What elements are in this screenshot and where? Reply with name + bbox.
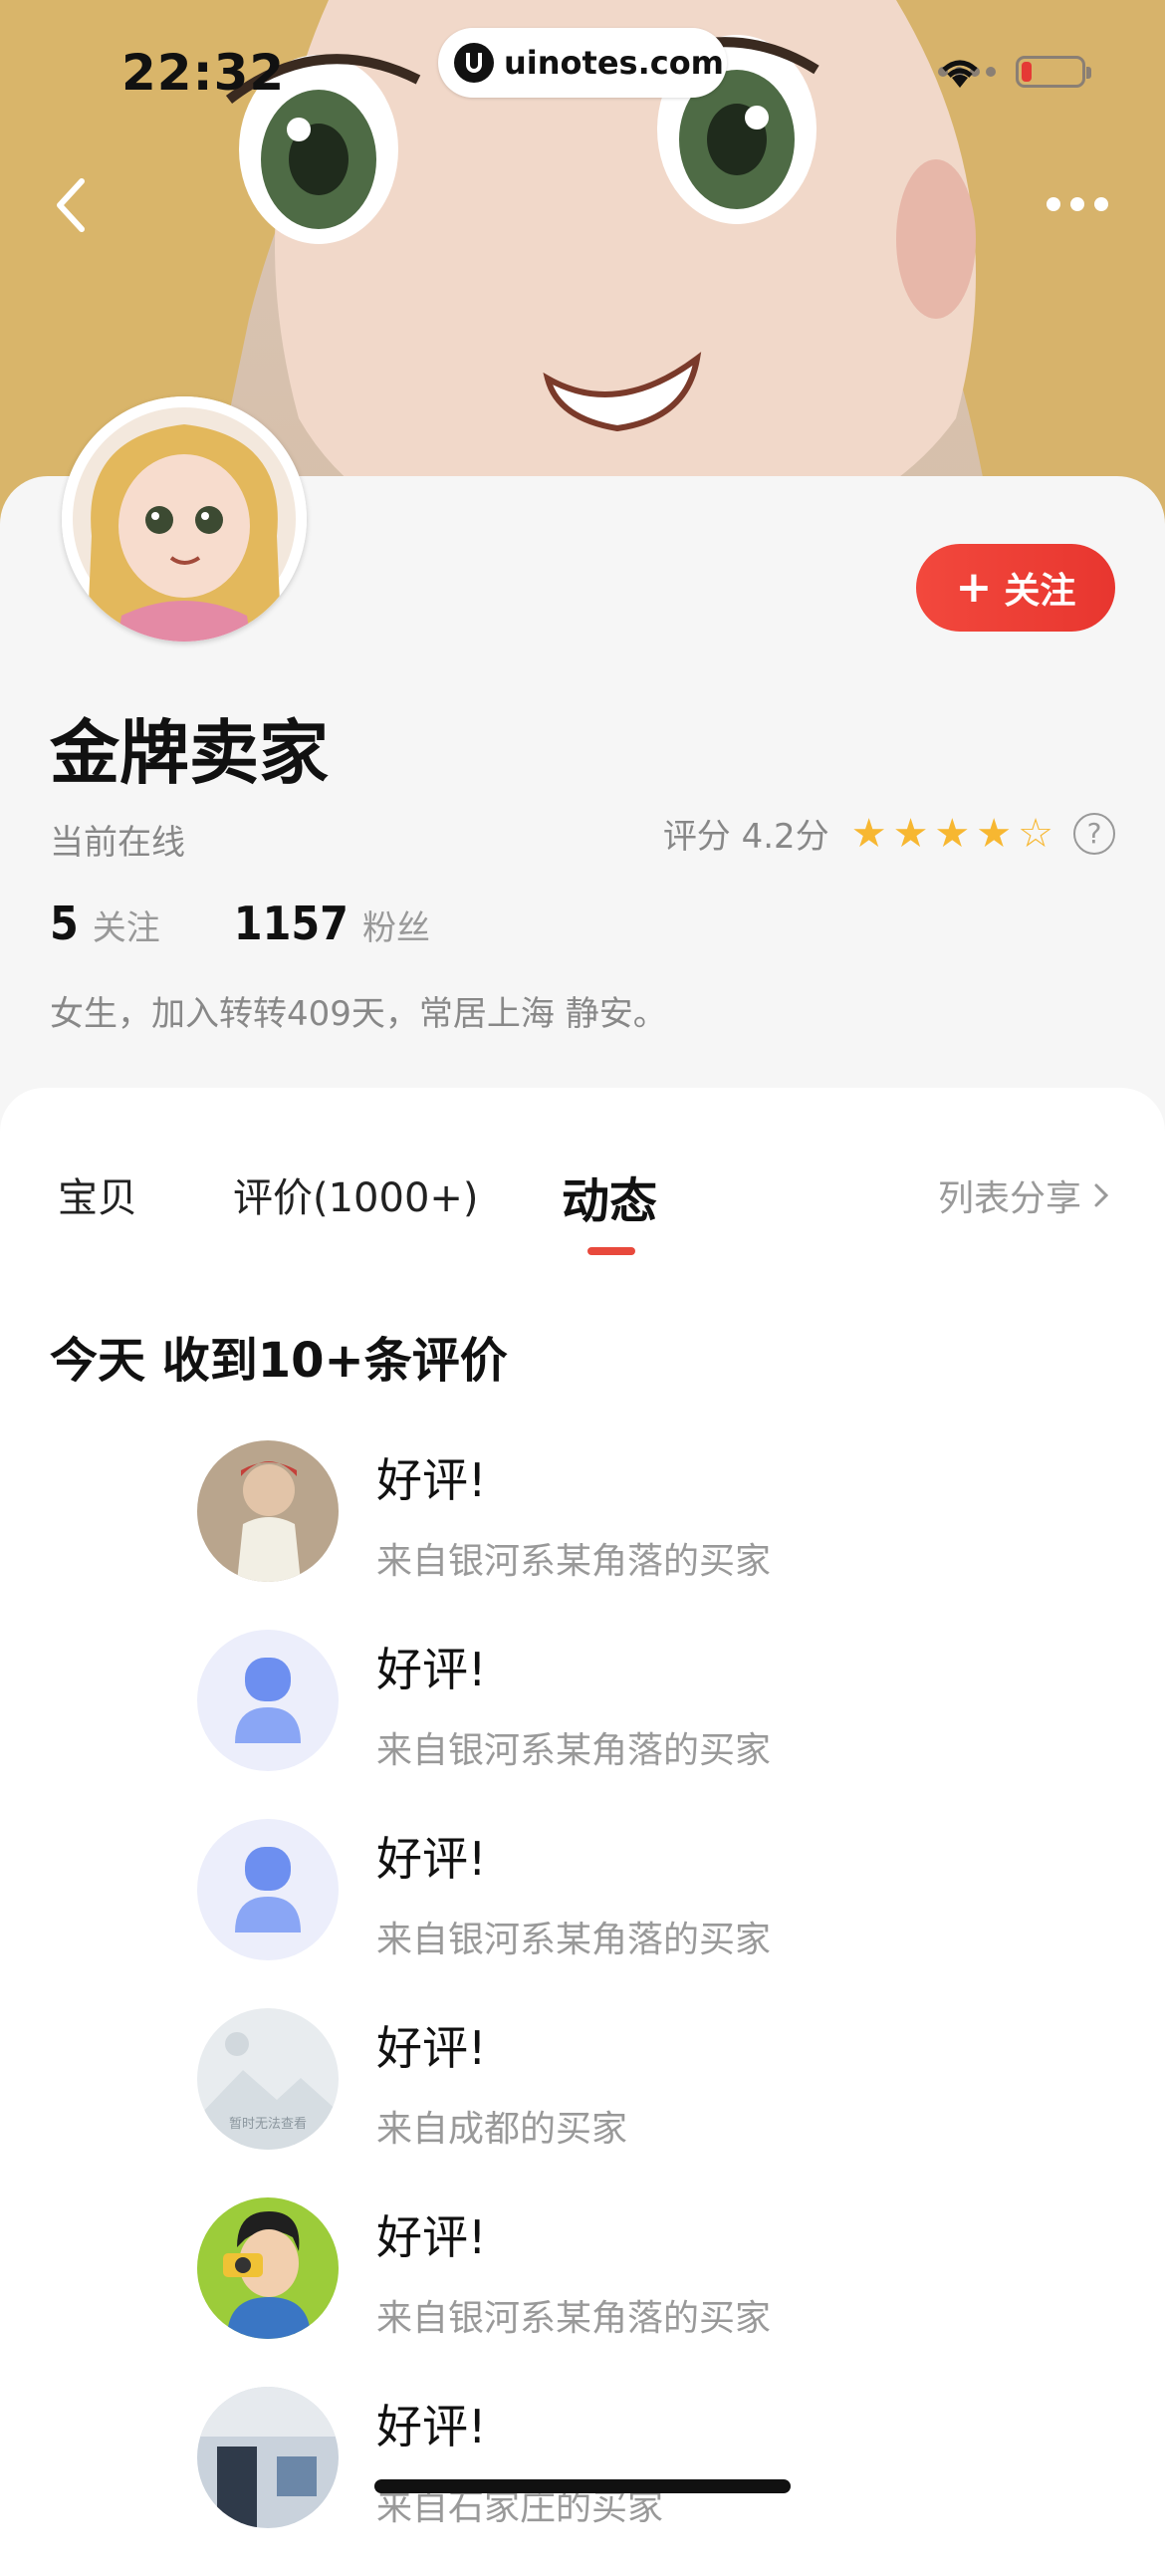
list-share-button[interactable]: 列表分享 [938,1169,1111,1221]
following-count[interactable]: 5 [50,897,79,950]
back-button[interactable] [48,175,98,235]
placeholder-text: 暂时无法查看 [229,2116,307,2132]
review-title: 好评! [376,1643,487,1696]
plus-icon: + [955,562,993,613]
status-indicators [938,56,1091,88]
reviewer-avatar[interactable] [197,2387,339,2528]
review-title: 好评! [376,2400,487,2453]
active-tab-indicator [587,1247,635,1255]
bio: 女生，加入转转409天，常居上海 静安。 [50,994,667,1034]
seller-avatar[interactable] [62,396,307,642]
site-logo-icon [454,43,494,83]
list-share-label: 列表分享 [937,1178,1081,1219]
review-title: 好评! [376,1832,487,1886]
review-item[interactable]: 好评! 来自银河系某角落的买家 [197,2197,1093,2387]
review-item[interactable]: 好评! 来自银河系某角落的买家 [197,1819,1093,2008]
star-filled-icon: ★ [850,810,887,857]
star-filled-icon: ★ [976,810,1013,857]
review-item[interactable]: 好评! 来自银河系某角落的买家 [197,1440,1093,1630]
star-filled-icon: ★ [934,810,971,857]
review-source: 来自银河系某角落的买家 [376,1541,772,1582]
battery-icon [1016,56,1091,88]
review-source: 来自银河系某角落的买家 [376,1920,772,1960]
online-status: 当前在线 [50,823,185,863]
rating-stars: ★ ★ ★ ★ ☆ [851,814,1053,854]
help-icon[interactable]: ? [1073,812,1115,855]
review-title: 好评! [376,2021,487,2075]
url-text: uinotes.com [504,44,725,82]
url-pill[interactable]: uinotes.com [438,28,727,98]
star-empty-icon: ☆ [1018,810,1053,857]
placeholder-image-icon[interactable]: 暂时无法查看 [197,2008,339,2150]
review-source: 来自成都的买家 [376,2109,628,2150]
rating: 评分 4.2分 ★ ★ ★ ★ ☆ ? [663,809,1115,858]
seller-name: 金牌卖家 [50,712,329,794]
more-horizontal-icon [1047,197,1060,211]
review-item[interactable]: 好评! 来自银河系某角落的买家 [197,1630,1093,1819]
review-source: 来自银河系某角落的买家 [376,2298,772,2339]
wifi-icon [942,60,978,88]
star-filled-icon: ★ [892,810,929,857]
review-list: 好评! 来自银河系某角落的买家 好评! 来自银河系某角落的买家 好评! 来自银河… [197,1440,1093,2576]
following-label[interactable]: 关注 [93,901,160,949]
follow-button-label: 关注 [1004,571,1076,612]
chevron-right-icon [1094,1183,1109,1207]
follow-stats: 5 关注 1157 粉丝 [50,897,490,950]
chevron-left-icon [57,178,85,232]
reviewer-avatar[interactable] [197,1440,339,1582]
review-item[interactable]: 暂时无法查看 好评! 来自成都的买家 [197,2008,1093,2197]
followers-label[interactable]: 粉丝 [362,901,430,949]
section-title: 今天 收到10+条评价 [50,1333,508,1389]
review-source: 来自银河系某角落的买家 [376,1730,772,1771]
review-title: 好评! [376,1453,487,1507]
rating-label: 评分 4.2分 [662,817,829,857]
default-avatar-icon[interactable] [197,1819,339,1960]
followers-count[interactable]: 1157 [234,897,349,950]
follow-button[interactable]: + 关注 [916,544,1115,632]
tab-items[interactable]: 宝贝 [58,1165,137,1223]
more-button[interactable] [1038,189,1117,219]
tab-activity[interactable]: 动态 [562,1161,657,1231]
default-avatar-icon[interactable] [197,1630,339,1771]
home-indicator [374,2479,791,2493]
reviewer-avatar[interactable] [197,2197,339,2339]
tab-reviews[interactable]: 评价(1000+) [233,1165,479,1223]
review-title: 好评! [376,2210,487,2264]
status-time: 22:32 [121,44,286,102]
